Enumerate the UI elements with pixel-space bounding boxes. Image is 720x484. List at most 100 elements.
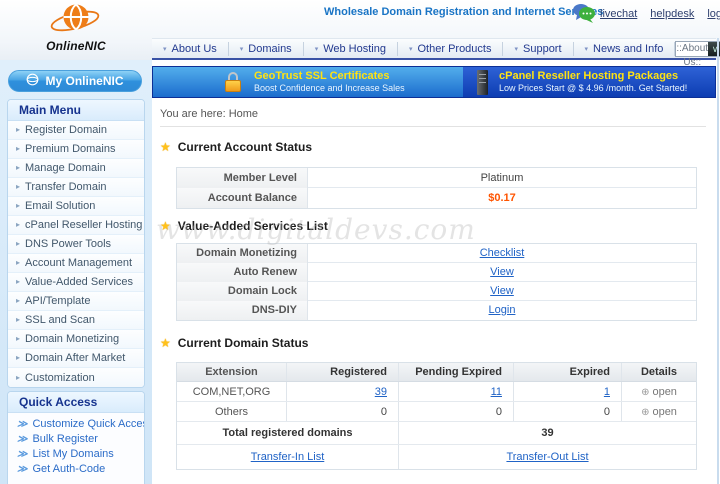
sidebar-item-label: Email Solution <box>25 197 95 215</box>
nav-label: About Us <box>172 43 217 55</box>
nav-item-web-hosting[interactable]: ▾ Web Hosting <box>304 42 398 56</box>
onlinenic-logo: OnlineNIC <box>40 2 112 53</box>
pending-expired-count-link[interactable]: 11 <box>491 386 502 398</box>
dns-diy-login-link[interactable]: Login <box>489 304 516 316</box>
member-level-value: Platinum <box>308 168 696 188</box>
main-nav: ▾ About Us ▾ Domains ▾ Web Hosting ▾ Oth… <box>152 38 716 60</box>
chevron-down-icon: ▾ <box>585 45 589 53</box>
sidebar-item-register-domain[interactable]: ▸ Register Domain <box>8 121 144 140</box>
sidebar-item-label: Manage Domain <box>25 159 106 177</box>
page-right-border <box>717 38 719 484</box>
bullet-arrow-icon: ▸ <box>16 369 20 387</box>
account-balance-value: $0.17 <box>308 188 696 208</box>
open-label: open <box>652 406 676 418</box>
table-row: DNS-DIY Login <box>177 301 696 320</box>
quick-access-bulk-register[interactable]: ≫ Bulk Register <box>17 432 144 447</box>
dropdown-selected-value: ::About Us:: <box>676 42 708 56</box>
quick-access-list-my-domains[interactable]: ≫ List My Domains <box>17 447 144 462</box>
sidebar-item-label: Domain Monetizing <box>25 330 119 348</box>
geotrust-promo[interactable]: GeoTrust SSL Certificates Boost Confiden… <box>153 67 463 97</box>
quick-access-label: List My Domains <box>32 447 113 462</box>
domain-monetizing-label: Domain Monetizing <box>177 244 308 263</box>
sidebar-item-email-solution[interactable]: ▸ Email Solution <box>8 197 144 216</box>
geotrust-subtitle: Boost Confidence and Increase Sales <box>254 83 405 94</box>
sidebar-item-ssl-and-scan[interactable]: ▸ SSL and Scan <box>8 311 144 330</box>
helpdesk-link[interactable]: helpdesk <box>650 8 694 20</box>
main-menu-box: Main Menu ▸ Register Domain ▸ Premium Do… <box>7 99 145 388</box>
site-title: Wholesale Domain Registration and Intern… <box>324 6 603 18</box>
col-extension: Extension <box>177 363 287 381</box>
sidebar-item-label: Account Management <box>25 254 132 272</box>
sidebar-item-account-management[interactable]: ▸ Account Management <box>8 254 144 273</box>
col-expired: Expired <box>514 363 622 381</box>
sidebar-item-transfer-domain[interactable]: ▸ Transfer Domain <box>8 178 144 197</box>
sidebar-item-cpanel-reseller-hosting[interactable]: ▸ cPanel Reseller Hosting <box>8 216 144 235</box>
chat-bubbles-icon[interactable] <box>572 3 596 26</box>
chevron-down-icon: ▾ <box>240 45 244 53</box>
table-row: Others 0 0 0 ⊕open <box>177 402 696 422</box>
sidebar-item-customization[interactable]: ▸ Customization <box>8 368 144 387</box>
quick-access-box: Quick Access ≫ Customize Quick Access ≫ … <box>7 391 145 484</box>
transfer-row: Transfer-In List Transfer-Out List <box>177 445 696 469</box>
chevron-down-icon: ▾ <box>163 45 167 53</box>
globe-logo-icon <box>50 27 102 39</box>
bullet-arrow-icon: ▸ <box>16 197 20 215</box>
sidebar-item-label: Value-Added Services <box>25 273 133 291</box>
total-registered-value: 39 <box>399 422 696 444</box>
sidebar-item-premium-domains[interactable]: ▸ Premium Domains <box>8 140 144 159</box>
total-row: Total registered domains 39 <box>177 422 696 445</box>
quick-access-icon: ≫ <box>17 432 27 447</box>
livechat-link[interactable]: livechat <box>600 8 637 20</box>
sidebar-item-dns-power-tools[interactable]: ▸ DNS Power Tools <box>8 235 144 254</box>
account-balance-label: Account Balance <box>177 188 308 208</box>
logout-link[interactable]: logout <box>707 8 720 20</box>
details-open-button[interactable]: ⊕open <box>622 382 696 401</box>
transfer-in-list-link[interactable]: Transfer-In List <box>251 451 325 463</box>
sidebar-item-value-added-services[interactable]: ▸ Value-Added Services <box>8 273 144 292</box>
quick-access-get-auth-code[interactable]: ≫ Get Auth-Code <box>17 462 144 477</box>
domain-lock-view-link[interactable]: View <box>490 285 514 297</box>
nav-item-about-us[interactable]: ▾ About Us <box>152 42 229 56</box>
quick-access-list: ≫ Customize Quick Access ≫ Bulk Register… <box>8 413 144 477</box>
sidebar: My OnlineNIC Main Menu ▸ Register Domain… <box>0 60 152 484</box>
padlock-icon <box>225 72 243 92</box>
section-title: Value-Added Services List <box>178 219 328 233</box>
header-links: livechat helpdesk logout <box>600 8 720 20</box>
sidebar-item-domain-monetizing[interactable]: ▸ Domain Monetizing <box>8 330 144 349</box>
promo-banner: GeoTrust SSL Certificates Boost Confiden… <box>152 66 716 98</box>
table-row: Domain Lock View <box>177 282 696 301</box>
quick-access-customize[interactable]: ≫ Customize Quick Access <box>17 417 144 432</box>
registered-count-link[interactable]: 39 <box>375 386 387 398</box>
chevron-down-icon: ▾ <box>315 45 319 53</box>
checklist-link[interactable]: Checklist <box>480 247 525 259</box>
section-title: Current Account Status <box>178 140 312 154</box>
table-row: Account Balance $0.17 <box>177 188 696 208</box>
member-level-label: Member Level <box>177 168 308 188</box>
sidebar-item-api-template[interactable]: ▸ API/Template <box>8 292 144 311</box>
details-open-button[interactable]: ⊕open <box>622 402 696 421</box>
cpanel-subtitle: Low Prices Start @ $ 4.96 /month. Get St… <box>499 83 687 94</box>
nav-item-news-and-info[interactable]: ▾ News and Info <box>574 42 676 56</box>
quick-access-icon: ≫ <box>17 462 27 477</box>
auto-renew-view-link[interactable]: View <box>490 266 514 278</box>
nav-label: Support <box>523 43 562 55</box>
nav-item-support[interactable]: ▾ Support <box>503 42 573 56</box>
expired-count-link[interactable]: 1 <box>604 386 610 398</box>
sidebar-item-label: Customization <box>25 369 95 387</box>
quick-access-label: Bulk Register <box>32 432 97 447</box>
transfer-out-list-link[interactable]: Transfer-Out List <box>506 451 588 463</box>
cpanel-promo[interactable]: cPanel Reseller Hosting Packages Low Pri… <box>463 67 715 97</box>
open-label: open <box>652 386 676 398</box>
my-onlinenic-button[interactable]: My OnlineNIC <box>8 70 142 92</box>
expired-count: 0 <box>514 402 622 421</box>
sidebar-item-manage-domain[interactable]: ▸ Manage Domain <box>8 159 144 178</box>
about-us-dropdown[interactable]: ::About Us:: ∨ <box>675 41 720 57</box>
nav-item-domains[interactable]: ▾ Domains <box>229 42 304 56</box>
main-menu-title: Main Menu <box>8 100 144 121</box>
sidebar-item-domain-after-market[interactable]: ▸ Domain After Market <box>8 349 144 368</box>
quick-access-label: Customize Quick Access <box>32 417 145 432</box>
col-details: Details <box>622 363 696 381</box>
cpanel-title: cPanel Reseller Hosting Packages <box>499 70 687 83</box>
nav-item-other-products[interactable]: ▾ Other Products <box>398 42 504 56</box>
sidebar-item-label: Register Domain <box>25 121 107 139</box>
